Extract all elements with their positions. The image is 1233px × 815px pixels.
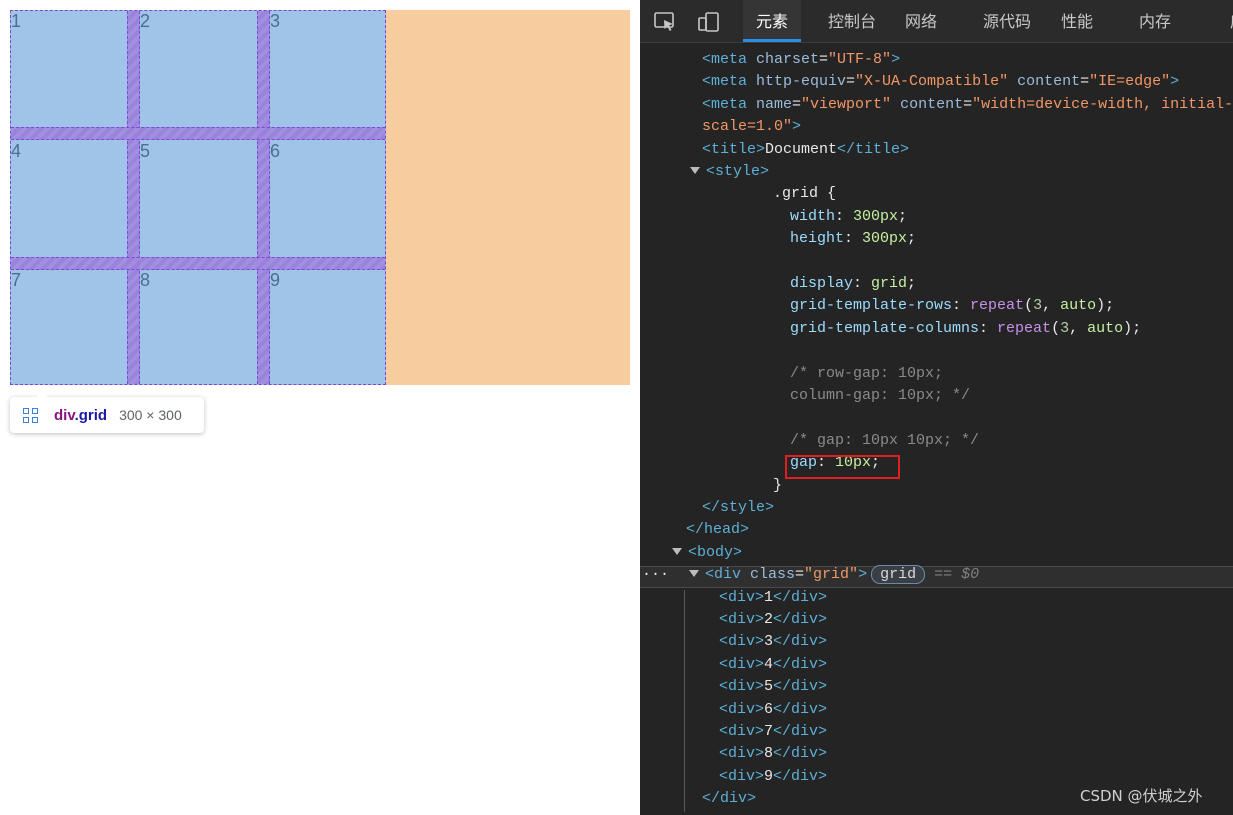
tree-indent-guide	[684, 590, 685, 812]
dom-line[interactable]: <div>4</div>	[719, 654, 827, 676]
dom-line[interactable]: <div>3</div>	[719, 631, 827, 653]
grid-cell-6[interactable]: 6	[270, 141, 280, 162]
tab-3[interactable]: 源代码	[983, 0, 1031, 42]
dom-line[interactable]: <div>1</div>	[719, 587, 827, 609]
tab-2[interactable]: 网络	[905, 0, 937, 42]
dom-line[interactable]: <meta charset="UTF-8">	[702, 49, 900, 71]
dom-line[interactable]: <div>7</div>	[719, 721, 827, 743]
tooltip-size: 300 × 300	[119, 407, 182, 423]
grid-layout-icon	[23, 407, 38, 423]
dom-line[interactable]: </head>	[686, 519, 749, 541]
dom-line[interactable]: <div>2</div>	[719, 609, 827, 631]
selected-dom-node[interactable]: <div class="grid"> grid == $0	[689, 564, 979, 586]
grid-cell-7[interactable]: 7	[11, 270, 21, 291]
dom-line[interactable]: column-gap: 10px; */	[790, 385, 970, 407]
dom-line[interactable]: width: 300px;	[790, 206, 907, 228]
grid-cell-8[interactable]: 8	[140, 270, 150, 291]
expand-caret-icon[interactable]	[690, 167, 700, 174]
tab-0[interactable]: 元素	[743, 0, 802, 42]
grid-cell-3[interactable]: 3	[270, 11, 280, 32]
tab-4[interactable]: 性能	[1061, 0, 1093, 42]
grid-column-gap	[257, 11, 270, 384]
expand-caret-icon[interactable]	[672, 547, 682, 555]
tooltip-arrow	[36, 391, 48, 397]
more-options-icon[interactable]: ···	[642, 564, 669, 586]
dom-line[interactable]: <style>	[690, 161, 769, 183]
dom-line[interactable]: <meta http-equiv="X-UA-Compatible" conte…	[702, 71, 1179, 93]
tab-5[interactable]: 内存	[1139, 0, 1171, 42]
dom-line[interactable]: grid-template-columns: repeat(3, auto);	[790, 318, 1141, 340]
dom-line[interactable]: grid-template-rows: repeat(3, auto);	[790, 295, 1114, 317]
grid-cell-1[interactable]: 1	[11, 11, 21, 32]
dom-line[interactable]: <div>8</div>	[719, 743, 827, 765]
dom-line[interactable]: <title>Document</title>	[702, 139, 909, 161]
dom-line[interactable]: /* gap: 10px 10px; */	[790, 430, 979, 452]
dom-line[interactable]: display: grid;	[790, 273, 916, 295]
grid-row-gap	[11, 127, 385, 140]
grid-badge[interactable]: grid	[871, 565, 926, 585]
devtools-toolbar: 元素控制台网络源代码性能内存应用	[640, 0, 1233, 43]
tab-1[interactable]: 控制台	[828, 0, 876, 42]
dom-line[interactable]: .grid {	[773, 183, 836, 205]
dom-line[interactable]: }	[773, 475, 782, 497]
gap-highlight-box	[785, 455, 900, 479]
dom-line[interactable]: </style>	[702, 497, 774, 519]
devtools-panel: 元素控制台网络源代码性能内存应用 <meta charset="UTF-8"><…	[640, 0, 1233, 815]
tooltip-selector: div.grid	[54, 406, 108, 424]
inspect-tooltip: div.grid 300 × 300	[10, 391, 204, 433]
dom-line[interactable]: <div>5</div>	[719, 676, 827, 698]
grid-cell-2[interactable]: 2	[140, 11, 150, 32]
dom-line[interactable]: <div>9</div>	[719, 766, 827, 788]
grid-container[interactable]: 1 2 3 4 5 6 7 8 9	[10, 10, 386, 385]
dom-line[interactable]: </div>	[702, 788, 756, 810]
grid-cell-4[interactable]: 4	[11, 141, 21, 162]
grid-row-gap	[11, 257, 385, 270]
device-toolbar-icon[interactable]	[698, 12, 720, 32]
dom-line[interactable]: <div>6</div>	[719, 699, 827, 721]
inspect-element-icon[interactable]	[654, 12, 676, 32]
dom-line[interactable]: <meta name="viewport" content="width=dev…	[702, 94, 1233, 116]
dom-line[interactable]: scale=1.0">	[702, 116, 801, 138]
dom-line[interactable]: <body>	[672, 542, 742, 564]
expand-caret-icon[interactable]	[689, 570, 699, 578]
grid-column-gap	[127, 11, 140, 384]
grid-cell-9[interactable]: 9	[270, 270, 280, 291]
rendered-page: 1 2 3 4 5 6 7 8 9 div.grid 300 × 300	[0, 0, 640, 815]
dom-line[interactable]: height: 300px;	[790, 228, 916, 250]
dom-line[interactable]: /* row-gap: 10px;	[790, 363, 943, 385]
watermark: CSDN @伏城之外	[1080, 787, 1203, 805]
grid-cell-5[interactable]: 5	[140, 141, 150, 162]
